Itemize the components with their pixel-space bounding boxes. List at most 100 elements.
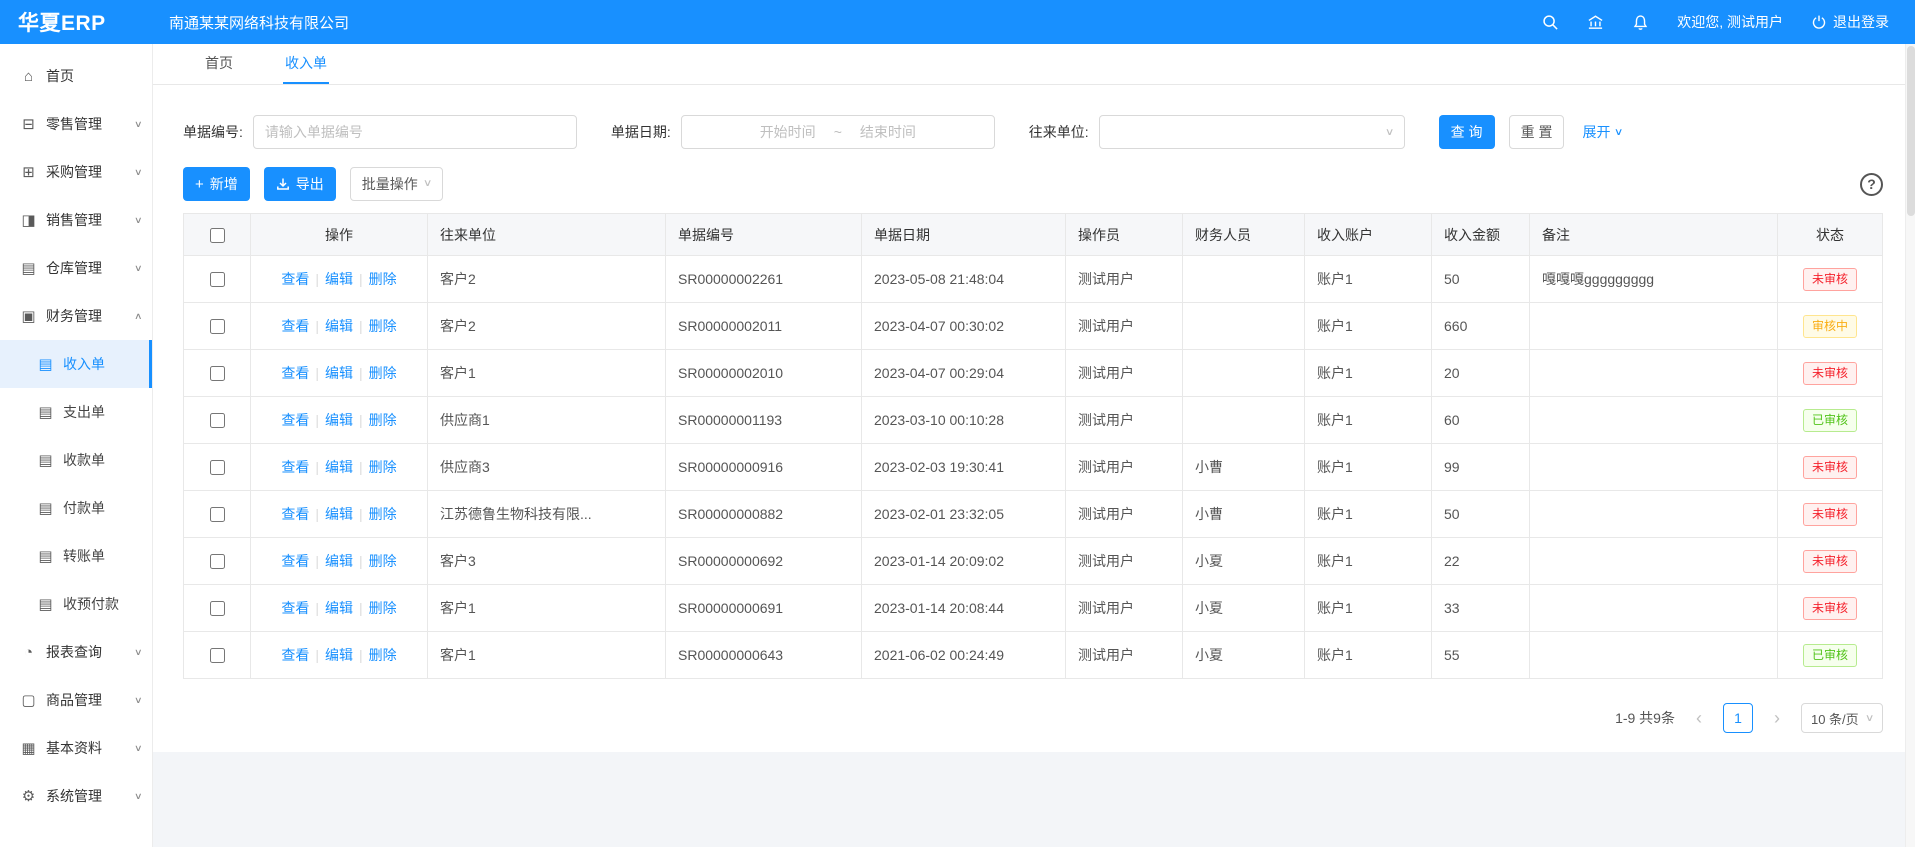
row-action-view[interactable]: 查看 (281, 459, 309, 475)
row-action-delete[interactable]: 删除 (369, 553, 397, 569)
row-action-view[interactable]: 查看 (281, 365, 309, 381)
export-button[interactable]: 导出 (264, 167, 336, 201)
row-checkbox[interactable] (210, 272, 225, 287)
row-action-view[interactable]: 查看 (281, 647, 309, 663)
row-checkbox[interactable] (210, 554, 225, 569)
search-button[interactable]: 查 询 (1439, 115, 1495, 149)
chevron-down-icon: ∨ (134, 263, 143, 274)
row-action-delete[interactable]: 删除 (369, 318, 397, 334)
row-checkbox[interactable] (210, 601, 225, 616)
row-action-edit[interactable]: 编辑 (325, 459, 353, 475)
row-checkbox[interactable] (210, 648, 225, 663)
sidebar-subitem-advance-receipt[interactable]: ▤收预付款 (0, 580, 152, 628)
reset-button[interactable]: 重 置 (1509, 115, 1565, 149)
cell-bill_date: 2023-04-07 00:29:04 (862, 350, 1066, 397)
cell-amount: 660 (1432, 303, 1530, 350)
sidebar-item-retail[interactable]: ⊟零售管理∨ (0, 100, 152, 148)
row-action-delete[interactable]: 删除 (369, 647, 397, 663)
table-row: 查看|编辑|删除客户2SR000000020112023-04-07 00:30… (184, 303, 1883, 350)
row-action-view[interactable]: 查看 (281, 553, 309, 569)
search-icon[interactable] (1542, 14, 1559, 31)
logout-button[interactable]: 退出登录 (1811, 12, 1889, 32)
add-button[interactable]: + 新增 (183, 167, 250, 201)
chevron-down-icon: ∨ (1385, 127, 1395, 138)
row-action-edit[interactable]: 编辑 (325, 365, 353, 381)
select-all-checkbox[interactable] (210, 228, 225, 243)
sidebar-item-sales[interactable]: ◨销售管理∨ (0, 196, 152, 244)
row-action-delete[interactable]: 删除 (369, 412, 397, 428)
date-range-picker[interactable]: 开始时间 ~ 结束时间 (681, 115, 995, 149)
row-actions-cell: 查看|编辑|删除 (251, 585, 428, 632)
cell-amount: 99 (1432, 444, 1530, 491)
row-action-view[interactable]: 查看 (281, 600, 309, 616)
row-action-edit[interactable]: 编辑 (325, 506, 353, 522)
page-size-select[interactable]: 10 条/页 ∨ (1801, 703, 1883, 733)
row-checkbox[interactable] (210, 413, 225, 428)
cell-amount: 60 (1432, 397, 1530, 444)
row-action-view[interactable]: 查看 (281, 271, 309, 287)
bell-icon[interactable] (1632, 14, 1649, 31)
sidebar-subitem-receipt-bill[interactable]: ▤收款单 (0, 436, 152, 484)
row-action-edit[interactable]: 编辑 (325, 600, 353, 616)
row-action-delete[interactable]: 删除 (369, 600, 397, 616)
action-separator: | (315, 647, 319, 663)
sidebar-item-finance[interactable]: ▣财务管理∧ (0, 292, 152, 340)
sidebar-subitem-payment-bill[interactable]: ▤付款单 (0, 484, 152, 532)
sidebar-item-warehouse[interactable]: ▤仓库管理∨ (0, 244, 152, 292)
expand-link[interactable]: 展开 ∨ (1582, 122, 1622, 142)
row-checkbox[interactable] (210, 366, 225, 381)
unit-select[interactable]: ∨ (1099, 115, 1405, 149)
header-cell-remark: 备注 (1530, 214, 1778, 256)
unit-label: 往来单位: (1029, 122, 1089, 142)
cell-finance_staff (1183, 397, 1305, 444)
row-action-view[interactable]: 查看 (281, 318, 309, 334)
row-action-edit[interactable]: 编辑 (325, 412, 353, 428)
sidebar-subitem-income-bill[interactable]: ▤收入单 (0, 340, 152, 388)
sidebar-item-purchase[interactable]: ⊞采购管理∨ (0, 148, 152, 196)
bank-icon[interactable] (1587, 14, 1604, 31)
chevron-down-icon: ∨ (134, 215, 143, 226)
current-page-button[interactable]: 1 (1723, 703, 1753, 733)
row-action-edit[interactable]: 编辑 (325, 553, 353, 569)
status-badge: 未审核 (1803, 597, 1857, 620)
row-checkbox[interactable] (210, 460, 225, 475)
row-action-delete[interactable]: 删除 (369, 271, 397, 287)
row-action-delete[interactable]: 删除 (369, 365, 397, 381)
row-action-edit[interactable]: 编辑 (325, 271, 353, 287)
sidebar-subitem-transfer-bill[interactable]: ▤转账单 (0, 532, 152, 580)
row-status-cell: 未审核 (1778, 256, 1883, 303)
sidebar-item-basic-data[interactable]: ▦基本资料∨ (0, 724, 152, 772)
sidebar-item-system[interactable]: ⚙系统管理∨ (0, 772, 152, 820)
vertical-scrollbar[interactable] (1905, 44, 1915, 847)
prev-page-button[interactable]: ‹ (1685, 703, 1713, 733)
cell-finance_staff (1183, 303, 1305, 350)
row-action-view[interactable]: 查看 (281, 506, 309, 522)
row-action-view[interactable]: 查看 (281, 412, 309, 428)
sidebar-subitem-expense-bill[interactable]: ▤支出单 (0, 388, 152, 436)
doc-icon: ▤ (37, 355, 54, 373)
row-checkbox[interactable] (210, 319, 225, 334)
row-actions-cell: 查看|编辑|删除 (251, 397, 428, 444)
sales-icon: ◨ (20, 211, 37, 229)
row-action-delete[interactable]: 删除 (369, 506, 397, 522)
row-action-delete[interactable]: 删除 (369, 459, 397, 475)
row-status-cell: 未审核 (1778, 491, 1883, 538)
cell-operator: 测试用户 (1066, 397, 1183, 444)
batch-actions-button[interactable]: 批量操作 ∨ (350, 167, 443, 201)
row-select-cell (184, 491, 251, 538)
next-page-button[interactable]: › (1763, 703, 1791, 733)
bill-no-input[interactable] (253, 115, 577, 149)
cell-bill_date: 2023-01-14 20:09:02 (862, 538, 1066, 585)
sidebar-item-home[interactable]: ⌂首页 (0, 52, 152, 100)
help-icon[interactable]: ? (1860, 173, 1883, 196)
row-action-edit[interactable]: 编辑 (325, 318, 353, 334)
tab-home[interactable]: 首页 (203, 44, 235, 84)
row-action-edit[interactable]: 编辑 (325, 647, 353, 663)
action-separator: | (359, 412, 363, 428)
sidebar-item-goods[interactable]: ▢商品管理∨ (0, 676, 152, 724)
sidebar-item-reports[interactable]: ◔报表查询∨ (0, 628, 152, 676)
scrollbar-thumb[interactable] (1907, 46, 1915, 216)
tab-income-bill[interactable]: 收入单 (283, 44, 329, 84)
batch-label: 批量操作 (362, 177, 418, 191)
row-checkbox[interactable] (210, 507, 225, 522)
